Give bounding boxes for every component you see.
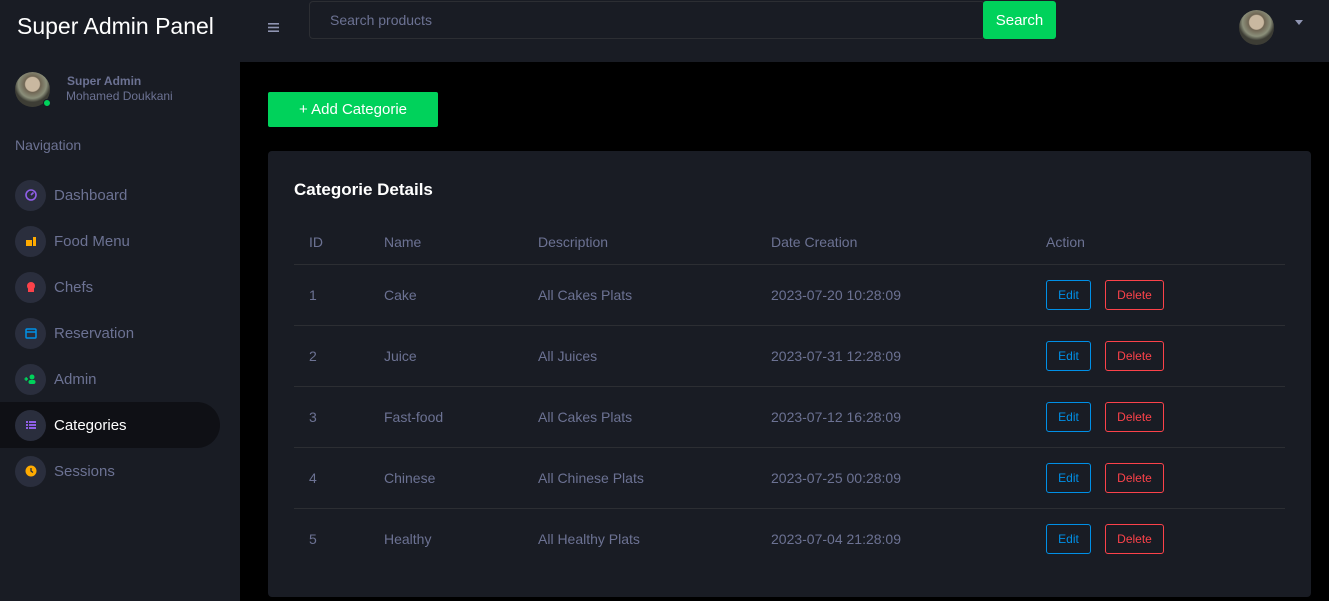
column-header-description: Description bbox=[538, 234, 609, 250]
speedometer-icon bbox=[15, 179, 46, 211]
hamburger-icon[interactable] bbox=[268, 19, 279, 37]
cell-date: 2023-07-31 12:28:09 bbox=[771, 348, 901, 364]
cell-id: 4 bbox=[309, 470, 317, 486]
categories-table: ID Name Description Date Creation Action… bbox=[294, 223, 1285, 570]
cell-date: 2023-07-04 21:28:09 bbox=[771, 531, 901, 547]
sidebar-item-label: Reservation bbox=[54, 324, 135, 342]
brand-title[interactable]: Super Admin Panel bbox=[17, 13, 214, 40]
app-root: Super Admin Panel Super Admin Mohamed Do… bbox=[0, 0, 1329, 601]
sidebar-item-food-menu[interactable]: Food Menu bbox=[0, 218, 220, 264]
cell-id: 1 bbox=[309, 287, 317, 303]
column-header-name: Name bbox=[384, 234, 422, 250]
caret-down-icon[interactable] bbox=[1295, 20, 1303, 25]
profile-name: Mohamed Doukkani bbox=[66, 89, 173, 103]
search-input[interactable] bbox=[309, 1, 985, 39]
cell-description: All Cakes Plats bbox=[538, 409, 633, 425]
sidebar-item-admin[interactable]: Admin bbox=[0, 356, 220, 402]
users-icon bbox=[15, 363, 46, 395]
delete-button[interactable]: Delete bbox=[1105, 402, 1164, 432]
table-row: 3 Fast-food All Cakes Plats 2023-07-12 1… bbox=[294, 387, 1285, 448]
table-row: 2 Juice All Juices 2023-07-31 12:28:09 E… bbox=[294, 326, 1285, 387]
chef-hat-icon bbox=[15, 271, 46, 303]
edit-button[interactable]: Edit bbox=[1046, 463, 1091, 493]
cell-description: All Healthy Plats bbox=[538, 531, 640, 547]
cell-name: Juice bbox=[384, 348, 417, 364]
nav-heading: Navigation bbox=[15, 137, 82, 153]
column-header-action: Action bbox=[1046, 234, 1085, 250]
sidebar-nav: Dashboard Food Menu Chefs Reservation Ad… bbox=[0, 172, 240, 494]
sidebar-item-reservation[interactable]: Reservation bbox=[0, 310, 220, 356]
column-header-date: Date Creation bbox=[771, 234, 858, 250]
table-row: 4 Chinese All Chinese Plats 2023-07-25 0… bbox=[294, 448, 1285, 509]
cell-date: 2023-07-20 10:28:09 bbox=[771, 287, 901, 303]
profile-role: Super Admin bbox=[67, 74, 142, 88]
avatar[interactable] bbox=[15, 72, 51, 107]
delete-button[interactable]: Delete bbox=[1105, 280, 1164, 310]
categorie-details-card: Categorie Details ID Name Description Da… bbox=[268, 151, 1311, 597]
edit-button[interactable]: Edit bbox=[1046, 280, 1091, 310]
sidebar-item-label: Dashboard bbox=[54, 186, 128, 204]
delete-button[interactable]: Delete bbox=[1105, 524, 1164, 554]
cell-description: All Juices bbox=[538, 348, 598, 364]
cell-id: 2 bbox=[309, 348, 317, 364]
sidebar-item-label: Categories bbox=[54, 416, 127, 434]
avatar[interactable] bbox=[1239, 10, 1274, 45]
cell-id: 5 bbox=[309, 531, 317, 547]
edit-button[interactable]: Edit bbox=[1046, 341, 1091, 371]
sidebar-item-sessions[interactable]: Sessions bbox=[0, 448, 220, 494]
sidebar: Super Admin Panel Super Admin Mohamed Do… bbox=[0, 0, 240, 601]
sidebar-item-dashboard[interactable]: Dashboard bbox=[0, 172, 220, 218]
online-status-icon bbox=[43, 99, 51, 107]
food-icon bbox=[15, 225, 46, 257]
card-title: Categorie Details bbox=[294, 180, 433, 199]
sidebar-item-label: Admin bbox=[54, 370, 97, 388]
sidebar-item-label: Chefs bbox=[54, 278, 94, 296]
list-icon bbox=[15, 409, 46, 441]
sidebar-item-label: Sessions bbox=[54, 462, 115, 480]
profile[interactable]: Super Admin Mohamed Doukkani bbox=[15, 72, 173, 107]
cell-description: All Cakes Plats bbox=[538, 287, 633, 303]
edit-button[interactable]: Edit bbox=[1046, 524, 1091, 554]
delete-button[interactable]: Delete bbox=[1105, 463, 1164, 493]
add-categorie-button[interactable]: + Add Categorie bbox=[268, 92, 438, 127]
cell-date: 2023-07-12 16:28:09 bbox=[771, 409, 901, 425]
sidebar-item-label: Food Menu bbox=[54, 232, 130, 250]
edit-button[interactable]: Edit bbox=[1046, 402, 1091, 432]
cell-name: Fast-food bbox=[384, 409, 444, 425]
cell-description: All Chinese Plats bbox=[538, 470, 644, 486]
sidebar-item-chefs[interactable]: Chefs bbox=[0, 264, 220, 310]
cell-date: 2023-07-25 00:28:09 bbox=[771, 470, 901, 486]
table-header-row: ID Name Description Date Creation Action bbox=[294, 223, 1285, 265]
clock-icon bbox=[15, 455, 46, 487]
table-row: 1 Cake All Cakes Plats 2023-07-20 10:28:… bbox=[294, 265, 1285, 326]
search-button[interactable]: Search bbox=[983, 1, 1056, 39]
cell-name: Healthy bbox=[384, 531, 432, 547]
cell-id: 3 bbox=[309, 409, 317, 425]
sidebar-item-categories[interactable]: Categories bbox=[0, 402, 220, 448]
table-row: 5 Healthy All Healthy Plats 2023-07-04 2… bbox=[294, 509, 1285, 570]
column-header-id: ID bbox=[309, 234, 323, 250]
calendar-icon bbox=[15, 317, 46, 349]
cell-name: Cake bbox=[384, 287, 417, 303]
delete-button[interactable]: Delete bbox=[1105, 341, 1164, 371]
topbar: Search bbox=[240, 0, 1329, 62]
cell-name: Chinese bbox=[384, 470, 436, 486]
